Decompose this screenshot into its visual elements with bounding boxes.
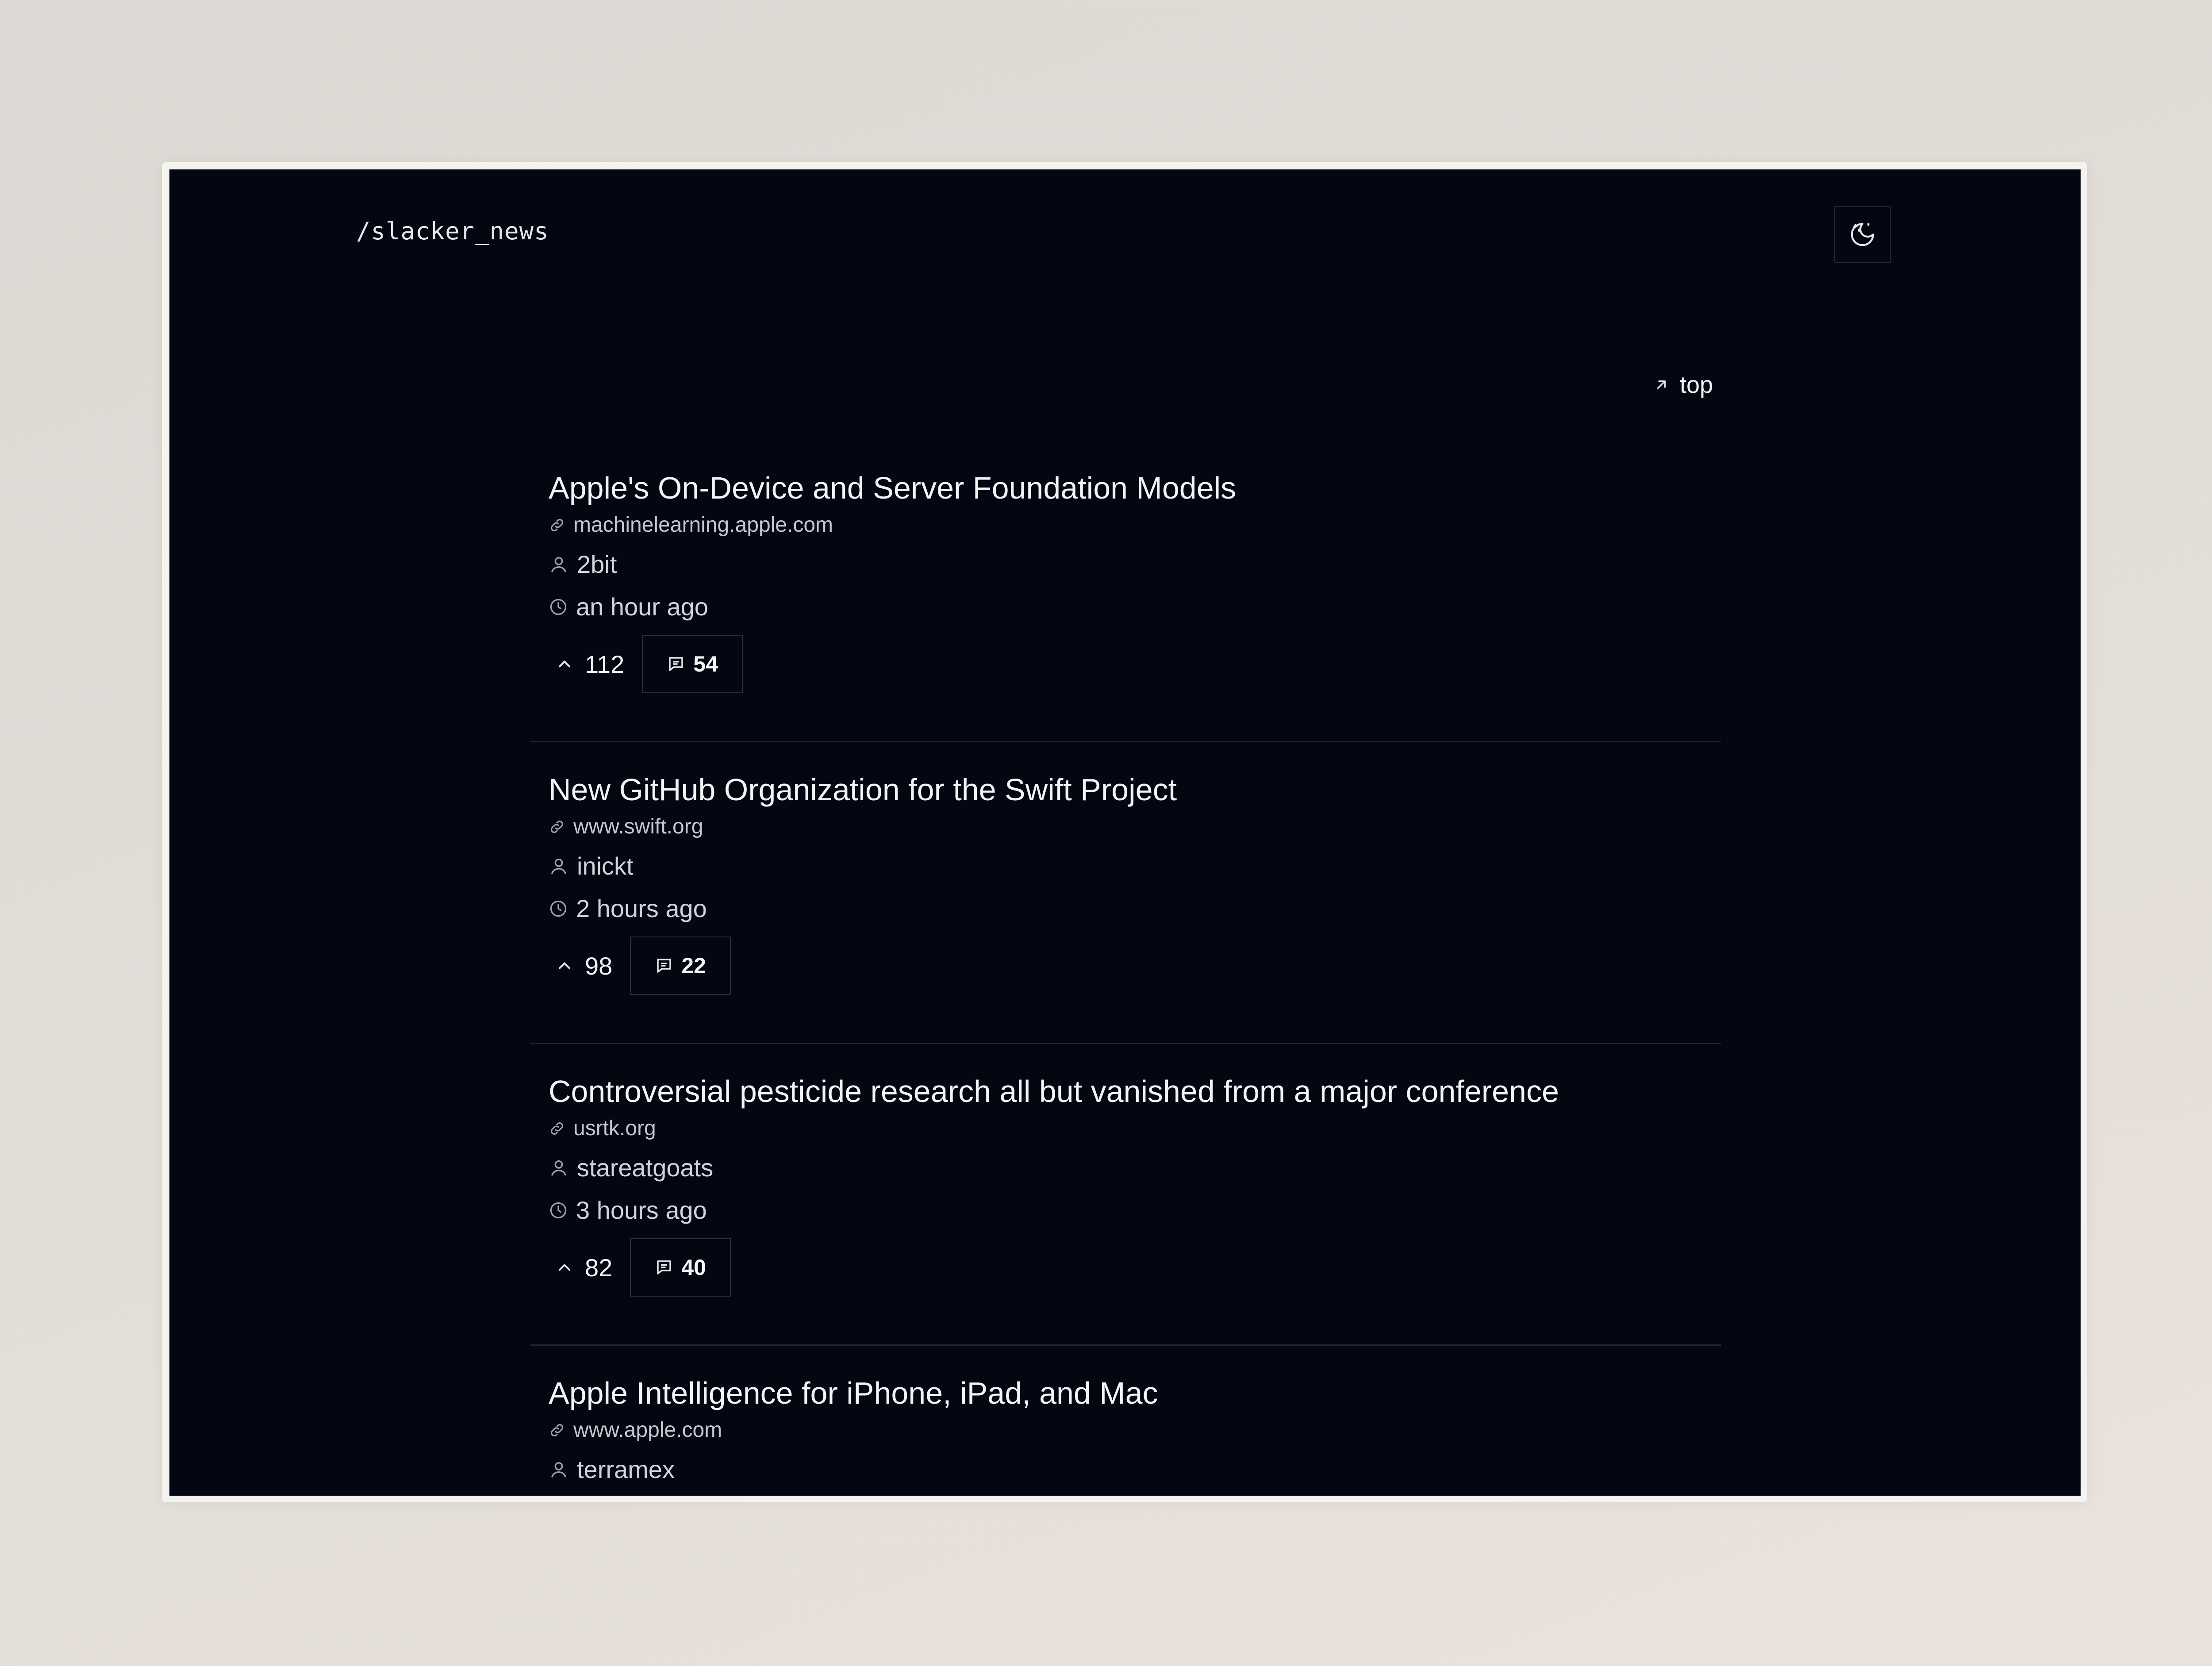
story-divider (530, 1043, 1721, 1044)
comments-count: 40 (681, 1255, 706, 1280)
story-actions: 112 54 (549, 635, 743, 693)
story-list: Apple's On-Device and Server Foundation … (530, 470, 1721, 1496)
comment-icon (655, 956, 673, 975)
link-icon (549, 1120, 565, 1137)
story-divider (530, 1344, 1721, 1346)
sort-top-link[interactable]: top (1652, 371, 1713, 399)
arrow-up-right-icon (1652, 376, 1670, 394)
story-user-text: terramex (577, 1455, 675, 1483)
link-icon (549, 517, 565, 534)
chevron-up-icon (555, 1258, 574, 1277)
comments-count: 22 (681, 953, 706, 978)
story-divider (530, 741, 1721, 742)
story-time-text: 3 hours ago (576, 1196, 707, 1224)
story-domain[interactable]: www.swift.org (549, 814, 703, 839)
story-domain[interactable]: www.apple.com (549, 1418, 722, 1442)
story-title-link[interactable]: Apple's On-Device and Server Foundation … (549, 470, 1236, 506)
story-domain-text: machinelearning.apple.com (573, 513, 833, 537)
story-user[interactable]: inickt (549, 852, 634, 880)
comment-icon (655, 1258, 673, 1277)
story-time: 3 hours ago (549, 1196, 707, 1225)
comments-button[interactable]: 54 (642, 635, 743, 693)
story-actions: 98 22 (549, 937, 731, 995)
story-domain[interactable]: machinelearning.apple.com (549, 513, 833, 537)
upvote-button[interactable]: 112 (555, 650, 624, 679)
user-icon (549, 1158, 569, 1178)
story-user-text: inickt (577, 852, 634, 880)
clock-icon (549, 899, 568, 918)
upvote-button[interactable]: 82 (555, 1253, 612, 1282)
story-time: an hour ago (549, 592, 708, 621)
story-user[interactable]: stareatgoats (549, 1153, 713, 1182)
story-time: 2 hours ago (549, 894, 707, 923)
clock-icon (549, 1201, 568, 1220)
link-icon (549, 818, 565, 835)
points-count: 82 (585, 1253, 613, 1282)
theme-toggle-button[interactable] (1834, 206, 1891, 263)
site-logo[interactable]: /slacker_news (356, 217, 549, 245)
points-count: 112 (585, 650, 625, 678)
story-item: New GitHub Organization for the Swift Pr… (530, 772, 1721, 1074)
points-count: 98 (585, 952, 613, 980)
story-domain-text: usrtk.org (573, 1117, 656, 1140)
chevron-up-icon (555, 654, 574, 674)
user-icon (549, 1459, 569, 1480)
story-user-text: stareatgoats (577, 1154, 714, 1182)
link-icon (549, 1422, 565, 1439)
app-screen: /slacker_news top Apple's On-Device and … (169, 169, 2081, 1496)
story-item: Apple's On-Device and Server Foundation … (530, 470, 1721, 772)
clock-icon (549, 597, 568, 617)
user-icon (549, 856, 569, 876)
story-domain-text: www.apple.com (573, 1418, 722, 1442)
user-icon (549, 554, 569, 575)
story-user[interactable]: terramex (549, 1455, 675, 1484)
story-item: Controversial pesticide research all but… (530, 1074, 1721, 1375)
moon-stars-icon (1848, 220, 1877, 249)
comments-button[interactable]: 40 (630, 1238, 731, 1297)
story-title-link[interactable]: New GitHub Organization for the Swift Pr… (549, 772, 1177, 807)
story-item: Apple Intelligence for iPhone, iPad, and… (530, 1375, 1721, 1496)
comment-icon (667, 655, 685, 673)
sort-top-label: top (1680, 372, 1713, 398)
story-title-link[interactable]: Apple Intelligence for iPhone, iPad, and… (549, 1375, 1158, 1411)
chevron-up-icon (555, 956, 574, 975)
comments-button[interactable]: 22 (630, 937, 731, 995)
story-domain[interactable]: usrtk.org (549, 1116, 656, 1140)
story-user-text: 2bit (577, 550, 617, 578)
story-user[interactable]: 2bit (549, 550, 617, 579)
story-time-text: an hour ago (576, 593, 708, 621)
story-domain-text: www.swift.org (573, 815, 703, 838)
comments-count: 54 (693, 652, 718, 676)
story-actions: 82 40 (549, 1238, 731, 1297)
story-time-text: 2 hours ago (576, 894, 707, 922)
story-title-link[interactable]: Controversial pesticide research all but… (549, 1074, 1559, 1109)
upvote-button[interactable]: 98 (555, 952, 612, 980)
